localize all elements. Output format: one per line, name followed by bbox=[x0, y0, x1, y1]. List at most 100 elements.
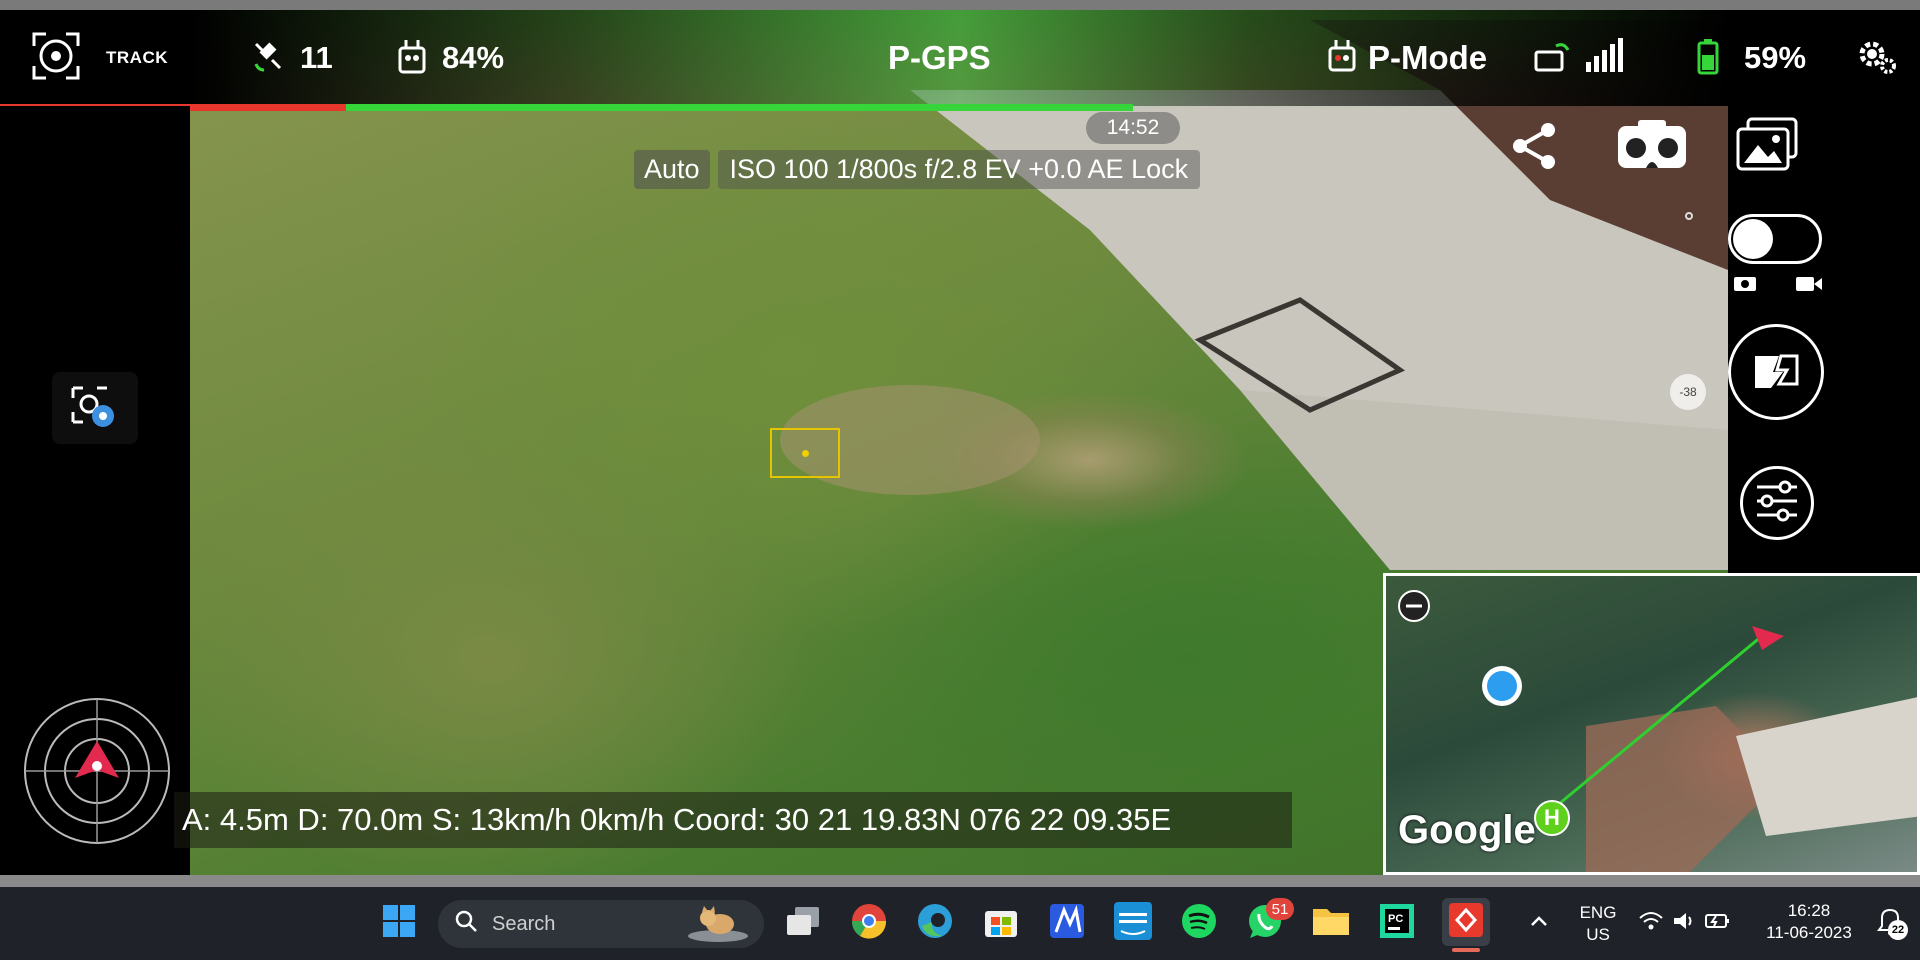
progress-green-segment bbox=[346, 104, 1133, 111]
start-button[interactable] bbox=[378, 902, 420, 944]
controller-icon bbox=[396, 38, 428, 79]
flight-mode-label: P-GPS bbox=[888, 39, 991, 76]
file-explorer-app[interactable] bbox=[1310, 902, 1352, 944]
vr-button[interactable] bbox=[1614, 118, 1690, 178]
telemetry-bar: A: 4.5m D: 70.0m S: 13km/h 0km/h Coord: … bbox=[174, 792, 1292, 848]
gallery-button[interactable] bbox=[1732, 116, 1802, 180]
spotify-icon bbox=[1180, 902, 1218, 945]
remote-mode-label: P-Mode bbox=[1368, 39, 1488, 76]
signal-icon bbox=[1534, 36, 1630, 81]
search-highlight-icon bbox=[686, 906, 750, 950]
chevron-up-icon bbox=[1527, 909, 1551, 938]
track-label: TRACK bbox=[106, 48, 168, 67]
camera-tuning-button[interactable] bbox=[1740, 466, 1814, 540]
pycharm-icon: PC bbox=[1378, 902, 1416, 945]
remote-mode[interactable]: P-Mode bbox=[1328, 10, 1487, 106]
taskbar bbox=[0, 887, 1920, 960]
language-indicator[interactable]: ENG US bbox=[1574, 902, 1622, 946]
photo-video-toggle[interactable] bbox=[1728, 214, 1822, 264]
video-mode-icon bbox=[1794, 272, 1824, 294]
camera-gear-icon bbox=[67, 380, 123, 437]
taskbar-time: 16:28 bbox=[1787, 901, 1831, 920]
track-target-icon bbox=[30, 30, 82, 87]
prime-video-icon bbox=[1113, 901, 1153, 946]
controller-battery: 84% bbox=[396, 10, 504, 106]
window-frame-top bbox=[0, 0, 1920, 10]
zoom-out-icon bbox=[1397, 589, 1431, 628]
flight-mode: P-GPS bbox=[888, 10, 991, 106]
chrome-app[interactable] bbox=[848, 902, 890, 944]
chrome-icon bbox=[850, 902, 888, 945]
tray-overflow-button[interactable] bbox=[1518, 902, 1560, 944]
settings-button[interactable] bbox=[1854, 10, 1898, 106]
drone-battery: 59% bbox=[1696, 10, 1806, 106]
edge-icon bbox=[916, 902, 954, 945]
language-line1: ENG bbox=[1579, 903, 1617, 922]
notification-button[interactable]: 22 bbox=[1870, 902, 1910, 944]
zoom-out-button[interactable] bbox=[1394, 588, 1434, 628]
focus-dot bbox=[802, 450, 809, 457]
windows-start-icon bbox=[381, 903, 417, 944]
exposure-params[interactable]: ISO 100 1/800s f/2.8 EV +0.0 AE Lock bbox=[717, 149, 1201, 189]
track-button[interactable]: TRACK bbox=[30, 10, 168, 106]
share-button[interactable] bbox=[1504, 118, 1564, 178]
user-location-marker bbox=[1482, 666, 1522, 706]
active-app-indicator bbox=[1452, 948, 1480, 952]
system-tray-icons[interactable] bbox=[1636, 902, 1732, 944]
satellite-status: 11 bbox=[250, 10, 333, 106]
task-view-icon bbox=[785, 905, 821, 942]
gallery-icon bbox=[1734, 117, 1800, 180]
notification-count: 22 bbox=[1888, 920, 1908, 940]
settings-gear-icon bbox=[1854, 34, 1898, 83]
svg-text:PC: PC bbox=[1388, 913, 1403, 925]
minimap[interactable]: H Google bbox=[1383, 573, 1920, 875]
store-icon bbox=[983, 903, 1019, 944]
shutter-button[interactable] bbox=[1728, 324, 1824, 420]
pycharm-app[interactable]: PC bbox=[1376, 902, 1418, 944]
satellite-count: 11 bbox=[300, 40, 333, 75]
folder-icon bbox=[1311, 903, 1351, 944]
gimbal-indicator bbox=[1685, 212, 1693, 220]
zoom-indicator: -38 bbox=[1670, 374, 1706, 410]
task-view-button[interactable] bbox=[782, 902, 824, 944]
battery-icon bbox=[1696, 37, 1720, 80]
anydesk-app[interactable] bbox=[1442, 898, 1490, 946]
camera-settings-button[interactable] bbox=[52, 372, 138, 444]
window-frame-bottom bbox=[0, 875, 1920, 887]
edge-app[interactable] bbox=[914, 902, 956, 944]
spotify-app[interactable] bbox=[1178, 902, 1220, 944]
map-logo: Google bbox=[1398, 808, 1536, 852]
volume-icon bbox=[1672, 910, 1696, 937]
m-app-icon bbox=[1048, 902, 1086, 945]
controller-battery-value: 84% bbox=[442, 40, 505, 75]
drone-battery-value: 59% bbox=[1744, 40, 1807, 75]
language-line2: US bbox=[1586, 925, 1610, 944]
status-bar: TRACK 11 84% P-GPS P-Mode 59% bbox=[0, 10, 1920, 106]
sliders-icon bbox=[1753, 479, 1801, 528]
radar-compass bbox=[22, 696, 172, 851]
toggle-knob bbox=[1733, 219, 1773, 259]
battery-tray-icon bbox=[1704, 911, 1730, 936]
exposure-bar[interactable]: Auto ISO 100 1/800s f/2.8 EV +0.0 AE Loc… bbox=[634, 148, 1201, 190]
search-icon bbox=[454, 909, 478, 939]
wifi-icon bbox=[1638, 910, 1664, 937]
anydesk-icon bbox=[1447, 901, 1485, 944]
satellite-icon bbox=[250, 38, 286, 79]
signal-status bbox=[1534, 10, 1630, 106]
store-app[interactable] bbox=[980, 902, 1022, 944]
prime-video-app[interactable] bbox=[1112, 901, 1154, 946]
home-marker: H bbox=[1534, 800, 1570, 836]
search-placeholder: Search bbox=[492, 912, 556, 935]
shutter-icon bbox=[1749, 350, 1803, 395]
share-icon bbox=[1508, 120, 1560, 177]
remote-icon bbox=[1328, 38, 1356, 79]
vr-goggles-icon bbox=[1616, 118, 1688, 179]
clock-area[interactable]: 16:28 11-06-2023 bbox=[1754, 900, 1864, 944]
radar-icon bbox=[22, 696, 172, 851]
taskbar-date: 11-06-2023 bbox=[1766, 923, 1852, 942]
whatsapp-badge: 51 bbox=[1266, 898, 1294, 920]
app-m[interactable] bbox=[1046, 902, 1088, 944]
flight-clock: 14:52 bbox=[1086, 112, 1180, 144]
exposure-mode[interactable]: Auto bbox=[634, 149, 710, 189]
taskbar-search[interactable]: Search bbox=[438, 900, 764, 948]
